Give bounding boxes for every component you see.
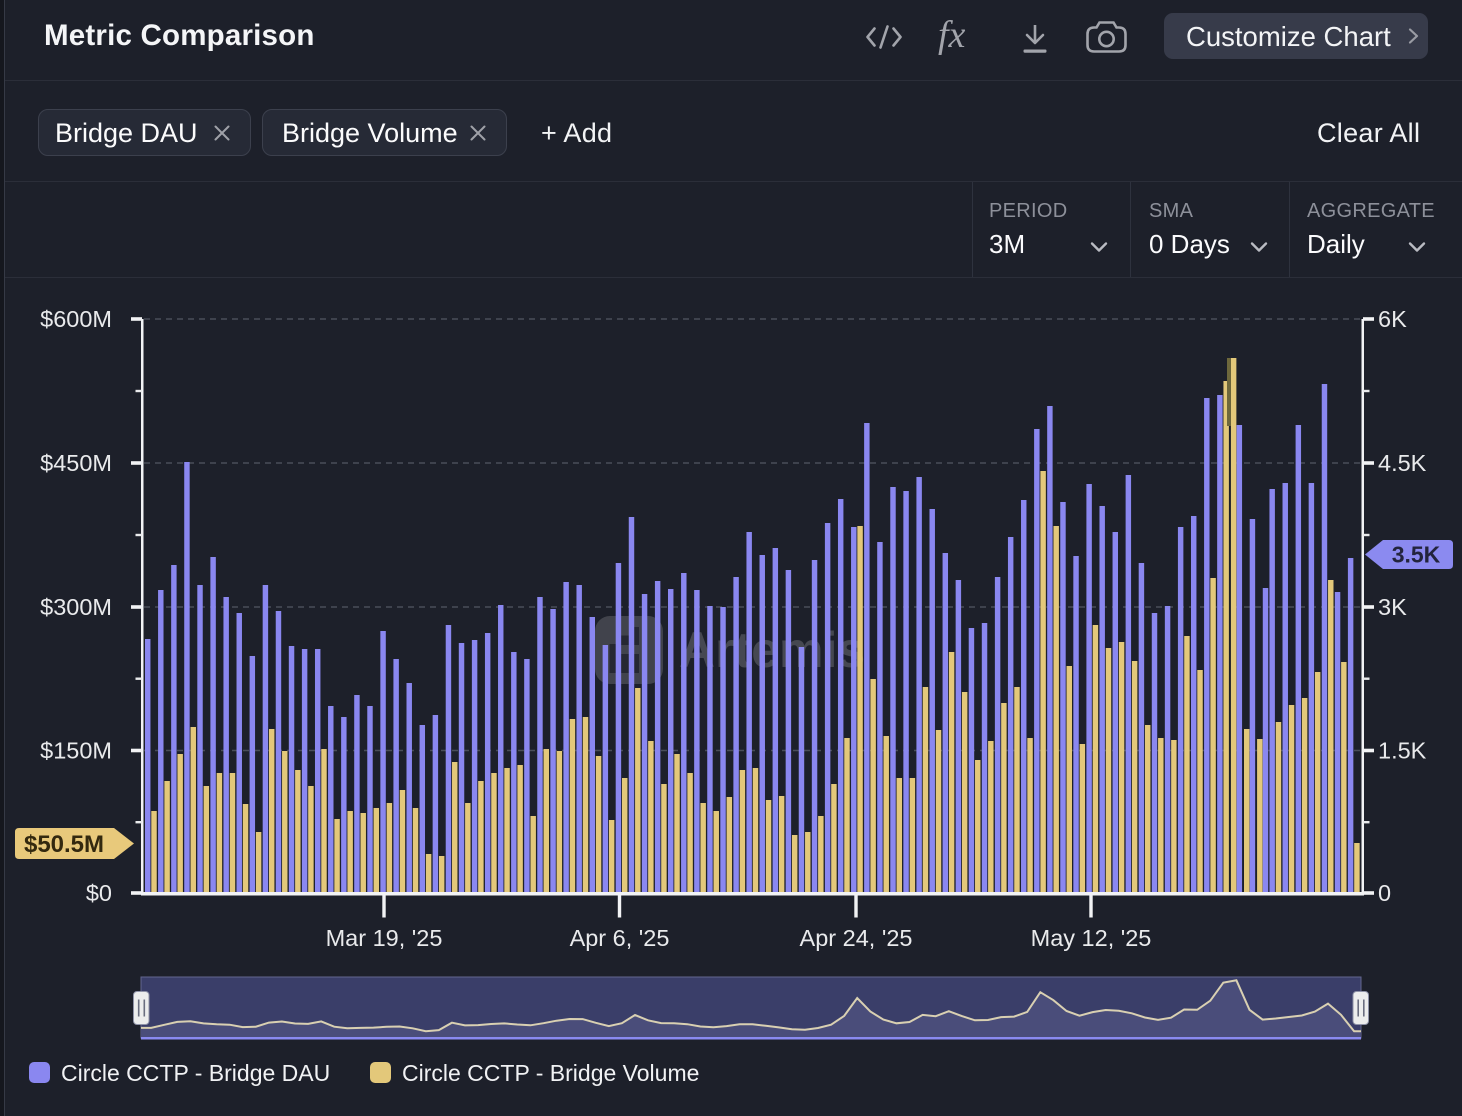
svg-text:$50.5M: $50.5M — [24, 831, 104, 858]
svg-text:Mar 19, '25: Mar 19, '25 — [326, 925, 443, 951]
svg-text:May 12, '25: May 12, '25 — [1031, 925, 1152, 951]
svg-text:6K: 6K — [1378, 306, 1407, 332]
svg-text:$300M: $300M — [40, 594, 112, 620]
svg-text:0: 0 — [1378, 880, 1391, 906]
svg-text:$600M: $600M — [40, 306, 112, 332]
svg-text:$0: $0 — [86, 880, 112, 906]
svg-text:Apr 6, '25: Apr 6, '25 — [570, 925, 670, 951]
svg-text:$150M: $150M — [40, 738, 112, 764]
svg-text:Circle CCTP - Bridge DAU: Circle CCTP - Bridge DAU — [61, 1060, 330, 1086]
svg-text:4.5K: 4.5K — [1378, 450, 1427, 476]
svg-text:3.5K: 3.5K — [1392, 542, 1441, 568]
svg-text:3K: 3K — [1378, 594, 1407, 620]
svg-text:1.5K: 1.5K — [1378, 738, 1427, 764]
svg-text:$450M: $450M — [40, 450, 112, 476]
svg-text:Artemis: Artemis — [679, 622, 865, 678]
svg-text:Circle CCTP - Bridge Volume: Circle CCTP - Bridge Volume — [402, 1060, 699, 1086]
svg-text:Apr 24, '25: Apr 24, '25 — [800, 925, 913, 951]
